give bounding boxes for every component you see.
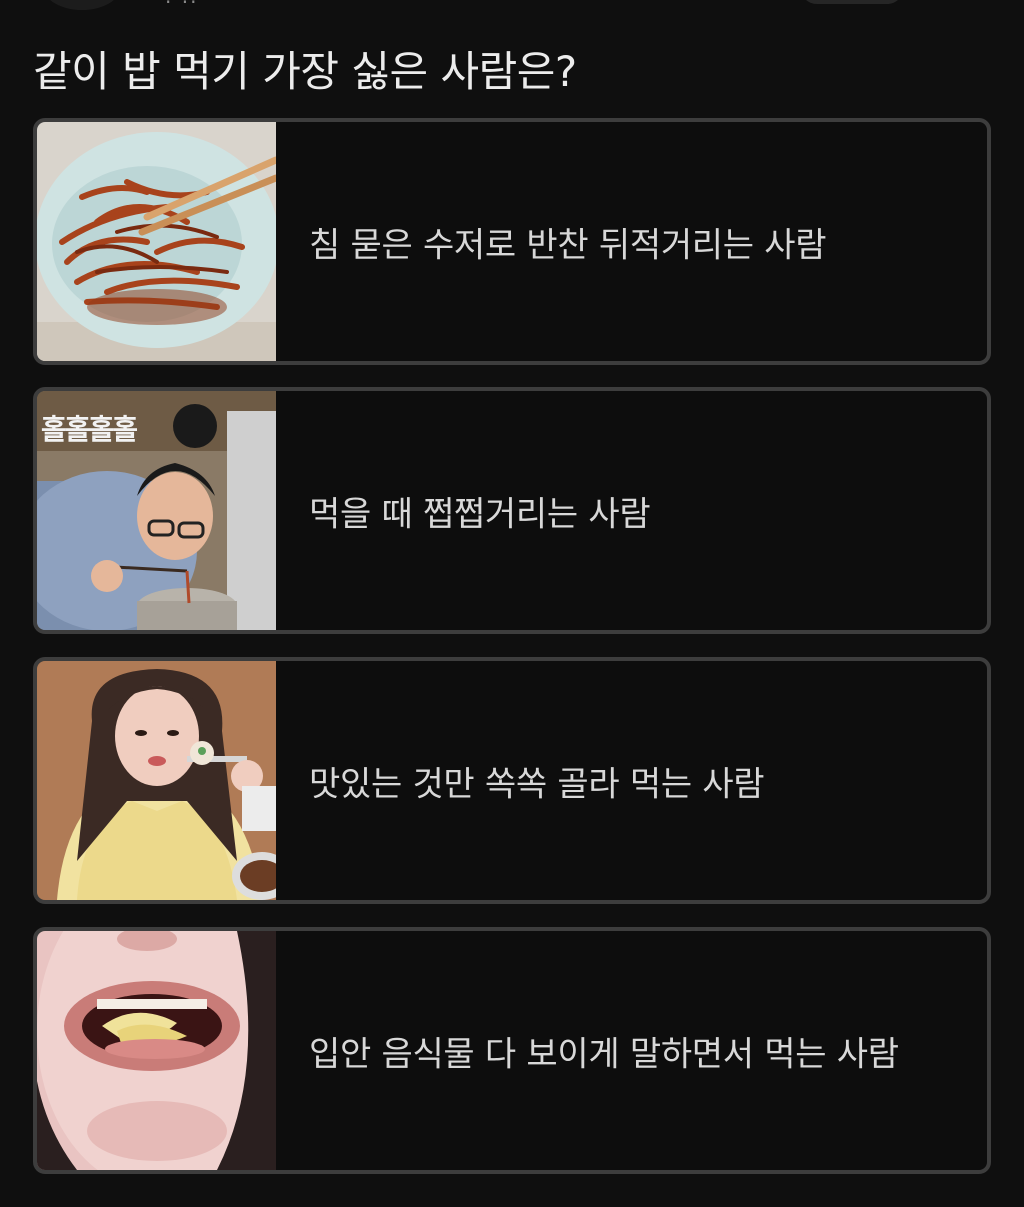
poll-screen: · ·· 같이 밥 먹기 가장 싫은 사람은? 침 묻은 수저로 반찬 뒤적거리… bbox=[0, 0, 1024, 1207]
option-3-label: 맛있는 것만 쏙쏙 골라 먹는 사람 bbox=[309, 764, 765, 804]
top-bar: · ·· bbox=[0, 0, 1024, 14]
option-1-label: 침 묻은 수저로 반찬 뒤적거리는 사람 bbox=[309, 225, 827, 265]
poll-option-2[interactable]: 홀홀홀홀 먹을 때 쩝쩝거리는 사람 bbox=[33, 387, 991, 634]
poll-option-3[interactable]: 맛있는 것만 쏙쏙 골라 먹는 사람 bbox=[33, 657, 991, 904]
option-4-label: 입안 음식물 다 보이게 말하면서 먹는 사람 bbox=[309, 1034, 899, 1074]
option-3-image bbox=[37, 661, 276, 900]
author-avatar[interactable] bbox=[44, 0, 120, 10]
top-action-button[interactable] bbox=[800, 0, 904, 4]
author-name[interactable]: · ·· bbox=[165, 0, 198, 14]
option-2-image: 홀홀홀홀 bbox=[37, 391, 276, 630]
image-caption-overlay: 홀홀홀홀 bbox=[41, 413, 137, 446]
poll-option-4[interactable]: 입안 음식물 다 보이게 말하면서 먹는 사람 bbox=[33, 927, 991, 1174]
option-2-label: 먹을 때 쩝쩝거리는 사람 bbox=[309, 494, 651, 534]
option-1-image bbox=[37, 122, 276, 361]
poll-option-1[interactable]: 침 묻은 수저로 반찬 뒤적거리는 사람 bbox=[33, 118, 991, 365]
poll-title: 같이 밥 먹기 가장 싫은 사람은? bbox=[33, 47, 577, 96]
option-4-image bbox=[37, 931, 276, 1170]
